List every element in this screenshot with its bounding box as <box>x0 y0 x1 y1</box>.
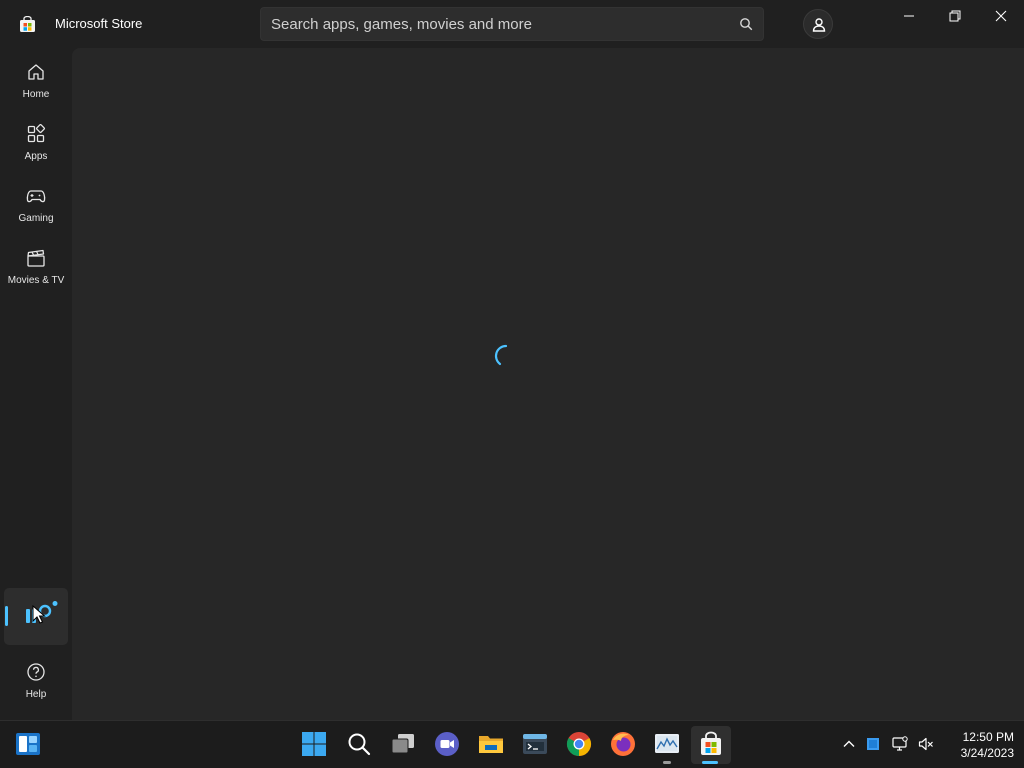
search-input[interactable] <box>271 8 721 40</box>
restore-icon <box>949 10 961 22</box>
home-icon <box>28 64 44 80</box>
sidebar-item-label: Apps <box>24 151 48 162</box>
chrome-icon[interactable] <box>566 731 592 757</box>
search-icon[interactable] <box>739 17 753 31</box>
monitor-app-icon[interactable] <box>654 731 680 757</box>
minimize-icon <box>904 15 914 17</box>
terminal-icon[interactable] <box>522 731 548 757</box>
taskbar: 12:50 PM 3/24/2023 <box>0 720 1024 768</box>
sidebar-item-home[interactable]: Home <box>4 52 68 108</box>
sidebar-item-apps[interactable]: Apps <box>4 114 68 170</box>
loading-spinner-icon <box>494 344 508 366</box>
sidebar-item-label: Gaming <box>18 213 54 224</box>
close-button[interactable] <box>978 0 1024 32</box>
search-icon[interactable] <box>346 731 372 757</box>
selection-indicator <box>5 606 8 626</box>
sidebar-item-label: Movies & TV <box>7 275 65 286</box>
app-title: Microsoft Store <box>55 16 143 31</box>
clock-date: 3/24/2023 <box>960 746 1014 760</box>
title-bar: Microsoft Store <box>0 0 1024 48</box>
movies-icon <box>27 249 45 267</box>
account-button[interactable] <box>803 9 833 39</box>
search-box[interactable] <box>260 7 764 41</box>
file-explorer-icon[interactable] <box>478 731 504 757</box>
close-icon <box>995 10 1007 22</box>
task-view-icon[interactable] <box>390 731 416 757</box>
restore-button[interactable] <box>932 0 978 32</box>
firefox-icon[interactable] <box>610 731 636 757</box>
app-tray-icon[interactable] <box>865 736 881 752</box>
sidebar-item-movies-tv[interactable]: Movies & TV <box>4 238 68 294</box>
widgets-icon[interactable] <box>15 731 41 757</box>
store-icon <box>20 16 35 32</box>
clock[interactable]: 12:50 PM 3/24/2023 <box>940 729 1014 761</box>
main-content <box>72 48 1024 720</box>
help-icon <box>27 663 45 681</box>
sidebar-item-help[interactable]: Help <box>4 652 68 708</box>
clock-time: 12:50 PM <box>962 730 1014 744</box>
mouse-cursor-icon <box>32 605 46 624</box>
gaming-icon <box>26 190 46 203</box>
apps-icon <box>27 124 45 143</box>
sidebar-item-label: Home <box>22 89 50 100</box>
sidebar-item-label: Help <box>25 689 47 700</box>
network-icon[interactable] <box>892 736 908 752</box>
store-icon[interactable] <box>698 731 724 757</box>
minimize-button[interactable] <box>886 0 932 32</box>
chevron-up-icon[interactable] <box>841 736 857 752</box>
chat-icon[interactable] <box>434 731 460 757</box>
running-indicator <box>663 761 671 764</box>
account-icon <box>812 18 826 32</box>
active-indicator <box>702 761 718 764</box>
sidebar-item-gaming[interactable]: Gaming <box>4 176 68 232</box>
start-icon[interactable] <box>301 731 327 757</box>
sidebar-item-library[interactable] <box>4 588 68 645</box>
sidebar: Home Apps Gaming Movies & TV Help <box>0 48 72 720</box>
volume-muted-icon[interactable] <box>918 736 934 752</box>
